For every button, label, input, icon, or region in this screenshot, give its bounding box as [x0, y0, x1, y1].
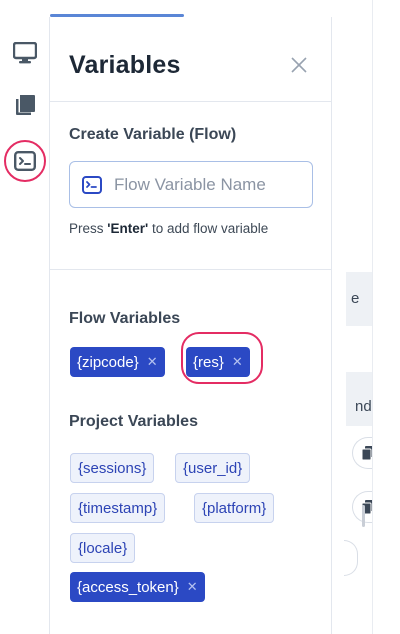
chip-label: {access_token} [77, 578, 179, 596]
project-variable-chip[interactable]: {locale} [70, 533, 136, 563]
flow-variable-chip[interactable]: {zipcode} ✕ [70, 347, 165, 377]
project-variable-chip[interactable]: {access_token} ✕ [70, 572, 205, 602]
rail-item-variables[interactable] [11, 147, 39, 175]
rail-item-book[interactable] [11, 91, 39, 119]
project-variable-chip[interactable]: {user_id} [175, 453, 251, 483]
background-partial-text: nd [355, 398, 372, 415]
terminal-icon [14, 151, 36, 171]
project-variable-chip[interactable]: {sessions} [70, 453, 155, 483]
flow-variables-heading: Flow Variables [69, 310, 181, 327]
flow-variable-name-input[interactable] [114, 172, 304, 198]
hint-prefix: Press [69, 221, 108, 236]
close-icon [291, 57, 307, 73]
create-variable-heading: Create Variable (Flow) [69, 126, 237, 143]
remove-icon[interactable]: ✕ [147, 354, 158, 370]
chip-label: {locale} [78, 539, 128, 557]
project-variable-chip[interactable]: {platform} [194, 493, 275, 523]
chip-label: {user_id} [183, 459, 243, 477]
background-scrollbar[interactable] [362, 505, 365, 527]
background-edge [372, 0, 400, 634]
background-partial-text: e [351, 290, 360, 307]
chip-label: {timestamp} [78, 499, 158, 517]
hint-key: 'Enter' [107, 221, 149, 236]
divider [50, 269, 332, 270]
hint-suffix: to add flow variable [148, 221, 269, 236]
enter-hint: Press 'Enter' to add flow variable [69, 221, 268, 236]
flow-variable-input-wrapper[interactable] [69, 161, 313, 208]
remove-icon[interactable]: ✕ [187, 579, 198, 595]
side-rail [0, 17, 50, 634]
chip-label: {sessions} [78, 459, 147, 477]
chip-label: {platform} [202, 499, 267, 517]
variables-panel: Variables Create Variable (Flow) Press '… [50, 17, 332, 634]
remove-icon[interactable]: ✕ [232, 354, 243, 370]
monitor-icon [13, 42, 37, 64]
chip-label: {res} [193, 353, 224, 371]
close-button[interactable] [287, 53, 311, 77]
terminal-icon [82, 176, 102, 194]
panel-title: Variables [69, 51, 181, 79]
project-variable-chip[interactable]: {timestamp} [70, 493, 166, 523]
flow-variable-chip[interactable]: {res} ✕ [186, 347, 250, 377]
book-icon [16, 95, 35, 115]
rail-item-monitor[interactable] [11, 39, 39, 67]
chip-label: {zipcode} [77, 353, 139, 371]
background-divider [372, 0, 373, 634]
divider [50, 101, 332, 102]
project-variables-heading: Project Variables [69, 413, 198, 430]
